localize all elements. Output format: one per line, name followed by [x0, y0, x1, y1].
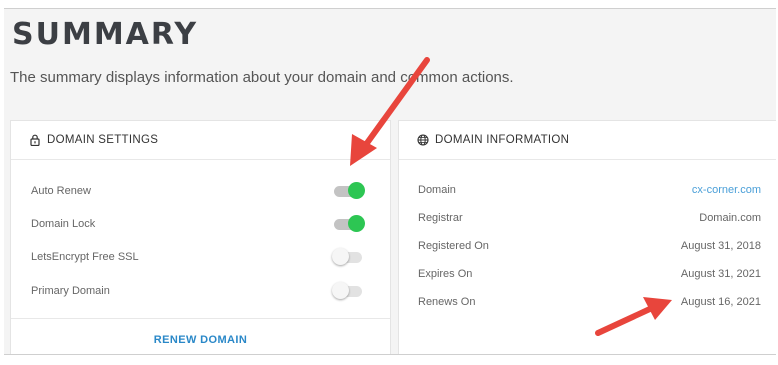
auto-renew-toggle[interactable]	[334, 181, 365, 199]
primary-domain-toggle[interactable]	[332, 281, 362, 299]
globe-icon	[417, 134, 429, 146]
setting-label: Domain Lock	[31, 218, 96, 230]
info-label: Expires On	[418, 268, 473, 280]
info-row-renews-on: Renews On August 16, 2021	[418, 292, 761, 312]
info-row-registered-on: Registered On August 31, 2018	[418, 236, 761, 256]
page-description: The summary displays information about y…	[10, 69, 514, 86]
domain-lock-toggle[interactable]	[334, 214, 365, 232]
letsencrypt-ssl-toggle[interactable]	[332, 247, 362, 265]
renew-domain-button[interactable]: RENEW DOMAIN	[154, 334, 247, 346]
expires-on-value: August 31, 2021	[680, 268, 761, 280]
registered-on-value: August 31, 2018	[680, 240, 761, 252]
domain-settings-header: DOMAIN SETTINGS	[11, 121, 390, 160]
setting-row-auto-renew: Auto Renew	[31, 181, 365, 201]
toggle-knob	[332, 247, 349, 265]
info-row-domain: Domain cx-corner.com	[418, 180, 761, 200]
summary-page: SUMMARY The summary displays information…	[4, 8, 776, 355]
domain-settings-title: DOMAIN SETTINGS	[47, 134, 159, 146]
setting-label: Auto Renew	[31, 185, 91, 197]
setting-label: LetsEncrypt Free SSL	[31, 251, 139, 263]
domain-information-header: DOMAIN INFORMATION	[399, 121, 776, 160]
domain-information-card: DOMAIN INFORMATION Domain cx-corner.com …	[398, 120, 776, 354]
info-row-registrar: Registrar Domain.com	[418, 208, 761, 228]
toggle-knob	[348, 214, 365, 232]
setting-label: Primary Domain	[31, 285, 110, 297]
lock-icon	[29, 134, 41, 147]
domain-information-title: DOMAIN INFORMATION	[435, 134, 570, 146]
info-label: Registered On	[418, 240, 489, 252]
setting-row-letsencrypt-ssl: LetsEncrypt Free SSL	[31, 247, 362, 267]
registrar-value: Domain.com	[699, 212, 761, 224]
domain-name-link[interactable]: cx-corner.com	[692, 184, 761, 196]
info-label: Registrar	[418, 212, 463, 224]
renews-on-value: August 16, 2021	[680, 296, 761, 308]
setting-row-domain-lock: Domain Lock	[31, 214, 365, 234]
info-label: Renews On	[418, 296, 476, 308]
info-row-expires-on: Expires On August 31, 2021	[418, 264, 761, 284]
info-label: Domain	[418, 184, 456, 196]
domain-settings-footer: RENEW DOMAIN	[11, 318, 390, 354]
page-title: SUMMARY	[12, 17, 199, 52]
domain-settings-card: DOMAIN SETTINGS Auto Renew Domain Lock L…	[10, 120, 391, 354]
toggle-knob	[348, 181, 365, 199]
setting-row-primary-domain: Primary Domain	[31, 281, 362, 301]
toggle-knob	[332, 281, 349, 299]
